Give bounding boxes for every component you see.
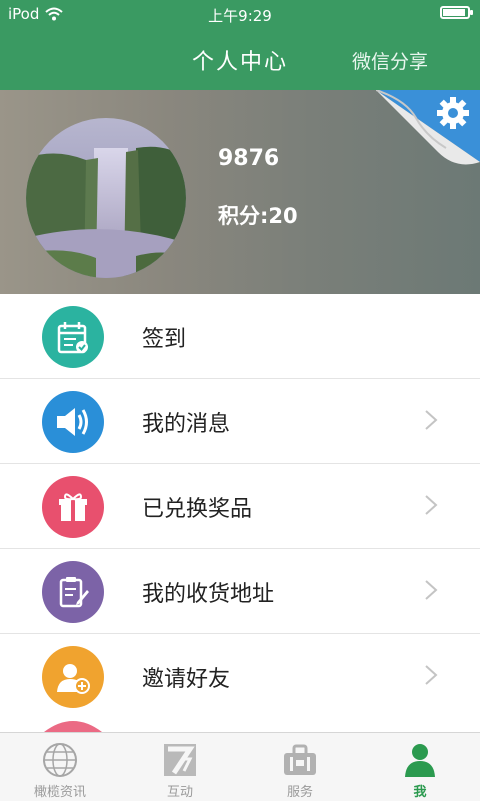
menu-item-partial	[0, 714, 480, 732]
menu-item-label: 邀请好友	[142, 667, 231, 692]
chevron-right-icon	[425, 495, 438, 515]
menu-item-checkin[interactable]: 签到	[0, 294, 480, 379]
tab-label: 橄榄资讯	[33, 785, 86, 800]
globe-icon	[43, 743, 77, 777]
wechat-share-button[interactable]: 微信分享	[352, 47, 428, 74]
chevron-right-icon	[425, 410, 438, 430]
points-label: 积分:20	[218, 204, 298, 228]
tab-label: 我	[413, 785, 427, 800]
interact-icon	[164, 744, 196, 776]
calendar-check-icon	[42, 306, 104, 368]
status-time: 上午9:29	[208, 7, 272, 25]
menu-item-label: 签到	[142, 327, 187, 352]
speaker-icon	[42, 391, 104, 453]
clipboard-edit-icon	[42, 561, 104, 623]
username: 9876	[218, 146, 280, 171]
person-icon	[405, 744, 435, 777]
briefcase-icon	[284, 744, 316, 775]
gift-icon	[42, 476, 104, 538]
tab-me[interactable]: 我	[360, 733, 480, 801]
tab-news[interactable]: 橄榄资讯	[0, 733, 120, 801]
tab-bar: 橄榄资讯 互动 服务 我	[0, 732, 480, 801]
avatar[interactable]	[26, 118, 186, 278]
menu-item-label: 已兑换奖品	[142, 497, 253, 522]
chevron-right-icon	[425, 580, 438, 600]
header-bar: iPod 上午9:29 个人中心 微信分享	[0, 0, 480, 90]
battery-icon	[440, 6, 473, 19]
menu-item-label: 我的消息	[142, 412, 231, 437]
tab-services[interactable]: 服务	[240, 733, 360, 801]
menu-item-shipping-address[interactable]: 我的收货地址	[0, 549, 480, 634]
menu-item-invite-friends[interactable]: 邀请好友	[0, 634, 480, 719]
tab-label: 互动	[166, 785, 193, 800]
tab-interact[interactable]: 互动	[120, 733, 240, 801]
menu-list: 签到 我的消息 已兑换奖品 我的收货地址 邀请好友	[0, 294, 480, 719]
profile-banner: 9876 积分:20	[0, 90, 480, 294]
menu-item-label: 我的收货地址	[142, 582, 275, 607]
gear-icon	[437, 97, 469, 129]
status-bar: iPod 上午9:29	[0, 0, 480, 30]
menu-item-redeemed-prizes[interactable]: 已兑换奖品	[0, 464, 480, 549]
tab-label: 服务	[286, 785, 313, 800]
settings-button[interactable]	[375, 90, 480, 182]
chevron-right-icon	[425, 665, 438, 685]
menu-item-messages[interactable]: 我的消息	[0, 379, 480, 464]
add-friend-icon	[42, 646, 104, 708]
